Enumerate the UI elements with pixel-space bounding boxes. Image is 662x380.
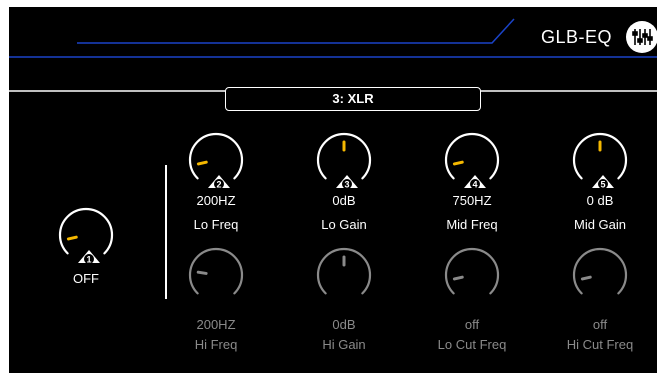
lo-cut-freq-knob[interactable] (437, 245, 507, 303)
knob-indicator (452, 160, 464, 166)
header-accent-line (77, 18, 515, 44)
knob-ring (188, 132, 244, 180)
knob-indicator (196, 160, 208, 166)
knob-ring (444, 247, 500, 295)
input-channel-tab[interactable]: 3: XLR (225, 87, 481, 111)
lo-cut-freq-label: Lo Cut Freq (437, 337, 507, 352)
lo-freq-value: 200HZ (196, 193, 236, 208)
knob-number: 1 (86, 255, 91, 264)
hi-freq-knob[interactable] (181, 245, 251, 303)
equalizer-icon[interactable] (626, 21, 657, 53)
knob-ring (572, 247, 628, 295)
lo-gain-label: Lo Gain (321, 217, 367, 232)
eq-screen: GLB-EQ 3: XLR 1 OFF 2 200HZ Lo Freq 3 0d… (9, 7, 657, 373)
hi-gain-label: Hi Gain (322, 337, 366, 352)
lo-freq-knob[interactable]: 2 (181, 130, 251, 190)
knob-indicator (452, 275, 464, 281)
mid-gain-value: 0 dB (586, 193, 614, 208)
mid-freq-value: 750HZ (452, 193, 492, 208)
app-title: GLB-EQ (541, 27, 613, 47)
hi-cut-freq-value: off (592, 317, 608, 332)
hi-gain-knob[interactable] (309, 245, 379, 303)
knob-indicator (196, 270, 208, 275)
knob-ring (444, 132, 500, 180)
knob-number: 3 (344, 180, 349, 189)
lo-gain-knob[interactable]: 3 (309, 130, 379, 190)
lo-cut-freq-value: off (464, 317, 480, 332)
lo-freq-label: Lo Freq (193, 217, 239, 232)
hi-freq-label: Hi Freq (194, 337, 238, 352)
knob-number: 4 (472, 180, 477, 189)
knob-number: 5 (600, 180, 605, 189)
hi-cut-freq-knob[interactable] (565, 245, 635, 303)
knob-indicator (66, 235, 78, 241)
hi-gain-value: 0dB (332, 317, 356, 332)
mid-gain-label: Mid Gain (573, 217, 627, 232)
lo-gain-value: 0dB (332, 193, 356, 208)
hi-cut-freq-label: Hi Cut Freq (566, 337, 634, 352)
mid-freq-knob[interactable]: 4 (437, 130, 507, 190)
mid-gain-knob[interactable]: 5 (565, 130, 635, 190)
main-knob[interactable]: 1 (51, 205, 121, 265)
mid-freq-label: Mid Freq (446, 217, 498, 232)
knob-number: 2 (216, 180, 221, 189)
knob-ring (58, 207, 114, 255)
main-knob-value: OFF (73, 271, 99, 286)
hi-freq-value: 200HZ (196, 317, 236, 332)
knob-indicator (580, 275, 592, 281)
